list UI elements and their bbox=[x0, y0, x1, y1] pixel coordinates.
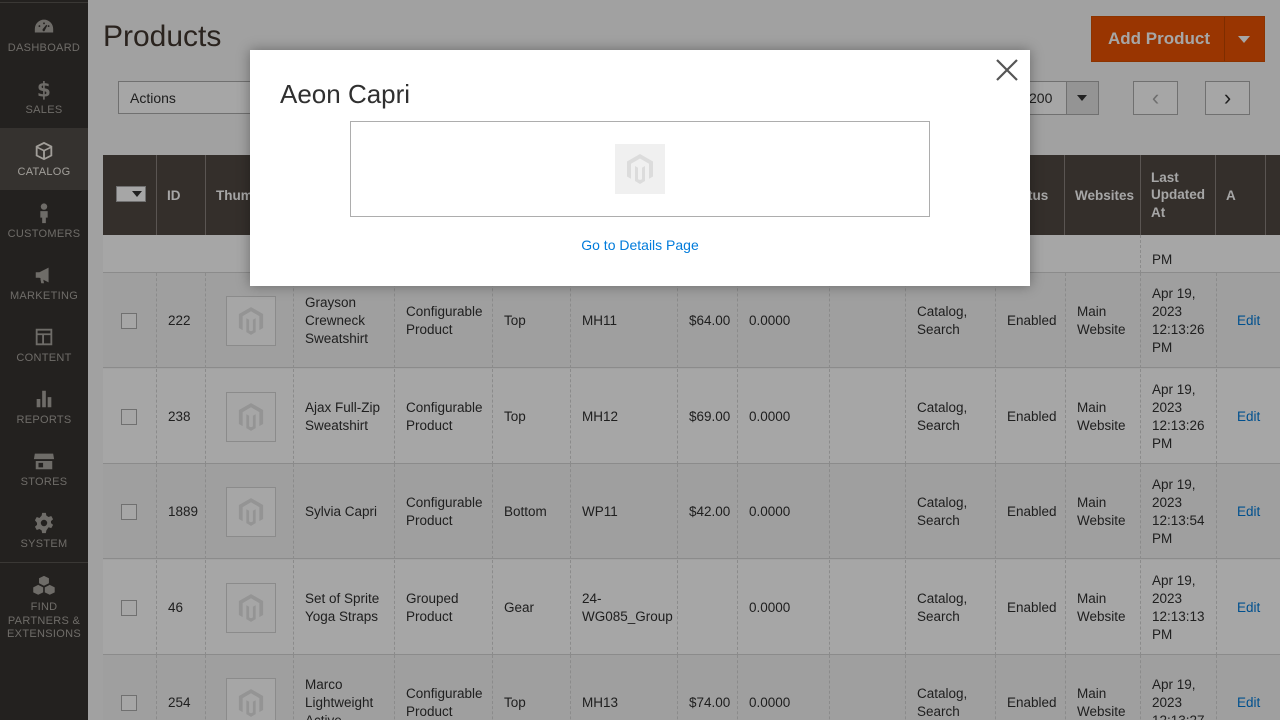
close-button[interactable] bbox=[994, 57, 1020, 83]
product-preview-modal: Aeon Capri Go to Details Page bbox=[250, 50, 1030, 286]
close-icon bbox=[996, 59, 1018, 81]
modal-title: Aeon Capri bbox=[280, 79, 411, 109]
product-image-frame bbox=[350, 121, 930, 217]
go-to-details-link[interactable]: Go to Details Page bbox=[250, 237, 1030, 253]
image-placeholder-icon bbox=[615, 144, 665, 194]
